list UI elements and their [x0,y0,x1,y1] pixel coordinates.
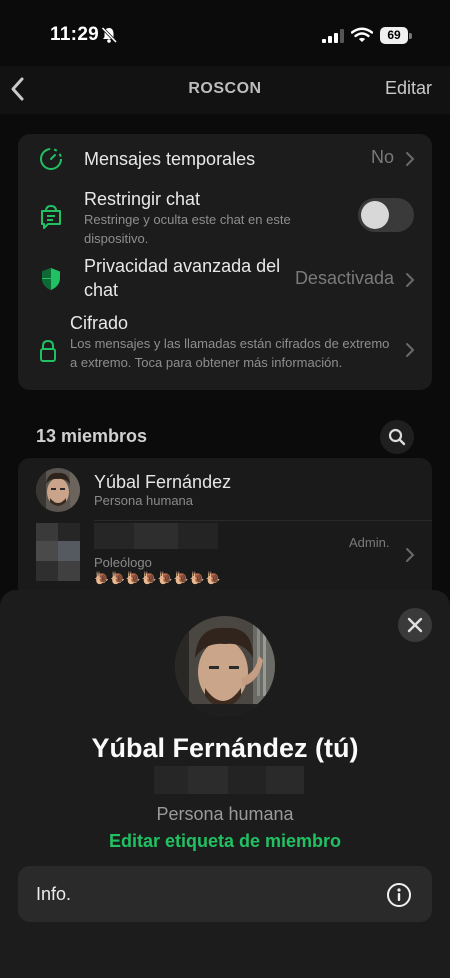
avatar [36,523,80,581]
settings-row-advanced-privacy[interactable]: Privacidad avanzada del chat Desactivada [18,250,432,308]
member-emoji: 🐌🐌🐌🐌🐌🐌🐌🐌 [94,571,222,585]
member-name-redacted [94,523,218,549]
settings-label: Restringir chat [84,189,201,209]
battery-level: 69 [380,27,408,44]
shield-icon [42,268,60,290]
settings-row-temporary-messages[interactable]: Mensajes temporales No [18,134,432,184]
settings-label: Cifrado [70,313,129,333]
settings-value: No [370,147,394,167]
status-time: 11:29 [50,24,100,45]
settings-label: Privacidad avanzada del chat [84,256,281,300]
settings-row-encryption[interactable]: Cifrado Los mensajes y las llamadas está… [18,310,432,390]
profile-name: Yúbal Fernández (tú) [91,733,359,763]
info-icon[interactable] [386,882,412,908]
members-count: 13 miembros [36,426,148,446]
page-title: ROSCON [188,80,262,97]
close-button[interactable] [398,608,432,642]
edit-member-tag-link[interactable]: Editar etiqueta de miembro [0,831,450,852]
signal-icon [322,29,344,43]
member-name: Yúbal Fernández [94,472,232,492]
member-tag: Persona humana [94,493,194,508]
timer-icon [40,148,62,170]
chevron-right-icon [406,343,415,357]
list-item[interactable]: Yúbal Fernández Persona humana [18,458,432,520]
restrict-chat-toggle[interactable] [358,198,414,232]
info-row[interactable]: Info. [18,866,432,922]
member-tag: Poleólogo [94,555,152,570]
close-icon [407,617,423,633]
nav-bar: ROSCON Editar [0,66,450,114]
search-icon [388,428,406,446]
info-label: Info. [36,884,72,904]
members-list: Yúbal Fernández Persona humana Admin. Po… [18,458,432,608]
chevron-right-icon [406,273,415,287]
admin-badge: Admin. [349,535,390,550]
chevron-right-icon [406,548,415,562]
chevron-right-icon [406,152,415,166]
search-members-button[interactable] [380,420,414,454]
wifi-icon [351,27,373,42]
chat-settings-card: Mensajes temporales No Restringir chat R… [18,134,432,390]
lock-icon [40,339,56,362]
settings-label: Mensajes temporales [84,149,256,169]
profile-tag: Persona humana [156,804,294,824]
settings-description: Los mensajes y las llamadas están cifrad… [70,336,390,370]
status-bar: 11:29 69 [0,0,450,66]
settings-description: Restringe y oculta este chat en este dis… [84,212,291,246]
avatar [36,468,80,512]
profile-photo [175,616,275,716]
battery-icon: 69 [380,27,412,44]
toggle-knob [361,201,389,229]
bell-off-icon [101,26,118,44]
chat-lock-icon [41,204,61,229]
settings-value: Desactivada [294,268,394,288]
phone-redacted [154,766,304,794]
edit-button[interactable]: Editar [385,78,432,99]
member-sheet: Yúbal Fernández (tú) Persona humana Edit… [0,590,450,978]
